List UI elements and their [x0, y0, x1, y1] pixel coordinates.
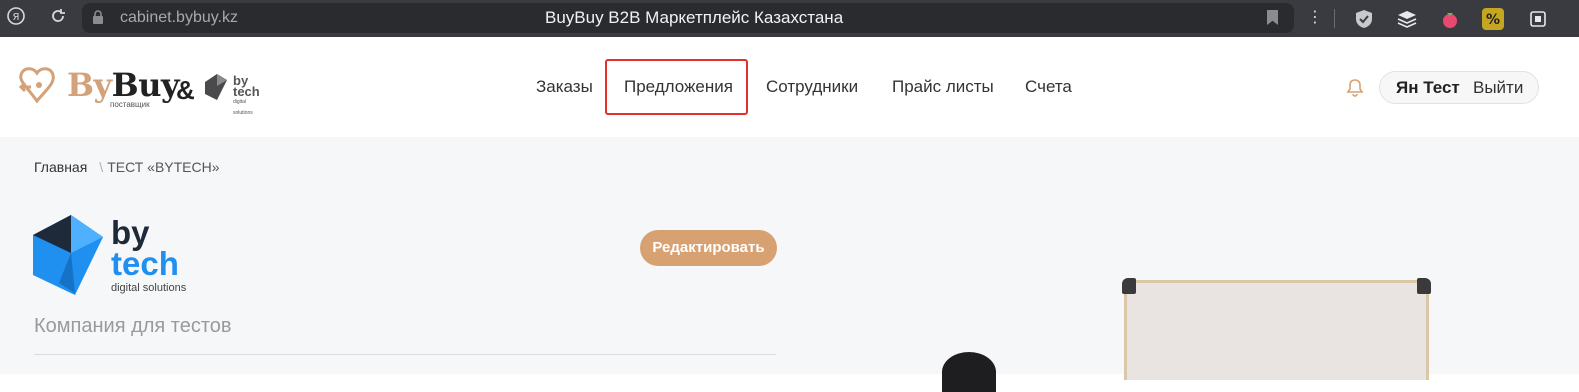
divider: [34, 354, 776, 355]
edit-button[interactable]: Редактировать: [640, 230, 777, 266]
main-content: Главная \ ТЕСТ «BYTECH» by tech digital so…: [0, 137, 1579, 392]
product-image-whiteboard: [1122, 278, 1431, 380]
browser-chrome: Я cabinet.bybuy.kz BuyBuy B2B Маркетплей…: [0, 0, 1579, 37]
puzzle-extension-icon[interactable]: [1527, 8, 1549, 30]
reload-icon[interactable]: [46, 6, 70, 30]
berry-extension-icon[interactable]: [1439, 8, 1461, 30]
url-text[interactable]: cabinet.bybuy.kz: [120, 9, 238, 27]
nav-price-lists[interactable]: Прайс листы: [892, 77, 994, 97]
bell-icon[interactable]: [1345, 78, 1365, 98]
breadcrumb-current: ТЕСТ «BYTECH»: [107, 159, 220, 175]
bybuy-wordmark: ByBuy: [67, 66, 180, 104]
bytech-logo-icon: [33, 215, 103, 295]
page-title: BuyBuy B2B Маркетплейс Казахстана: [545, 8, 844, 27]
discount-extension-icon[interactable]: %: [1482, 8, 1504, 30]
company-logo-tech: tech: [111, 245, 179, 282]
company-logo-sub: digital solutions: [111, 282, 187, 294]
nav-employees[interactable]: Сотрудники: [766, 77, 858, 97]
nav-offers[interactable]: Предложения: [624, 77, 733, 97]
bookmark-icon[interactable]: [1267, 10, 1278, 25]
yandex-icon[interactable]: Я: [4, 6, 28, 30]
more-icon[interactable]: ⋮: [1303, 6, 1327, 30]
layers-extension-icon[interactable]: [1396, 8, 1418, 30]
logo-ampersand: &: [176, 75, 195, 105]
brand-subtitle: поставщик: [110, 100, 150, 109]
whiteboard-corner-left: [1122, 278, 1136, 294]
bytech-small-wordmark: by tech digital solutions: [233, 74, 265, 119]
bybuy-logo-icon: [18, 67, 55, 104]
nav-orders[interactable]: Заказы: [536, 77, 593, 97]
company-logo: by tech digital solutions: [33, 215, 203, 295]
nav-invoices[interactable]: Счета: [1025, 77, 1072, 97]
whiteboard-frame: [1124, 280, 1429, 380]
logout-button[interactable]: Выйти: [1473, 78, 1523, 98]
partner-sub: digital solutions: [233, 99, 253, 116]
toolbar-separator: [1334, 9, 1335, 28]
company-description: Компания для тестов: [34, 315, 232, 337]
lock-icon: [92, 10, 104, 25]
svg-text:Я: Я: [13, 12, 20, 23]
brand-by: By: [67, 66, 112, 104]
bybuy-logo[interactable]: ByBuy поставщик & by tech digital solution…: [13, 65, 265, 117]
product-image-item: [942, 352, 996, 392]
user-name[interactable]: Ян Тест: [1396, 78, 1460, 98]
site-header: ByBuy поставщик & by tech digital solution…: [0, 37, 1579, 137]
breadcrumb: Главная \ ТЕСТ «BYTECH»: [34, 159, 220, 175]
user-menu: Ян Тест Выйти: [1379, 71, 1539, 104]
address-bar[interactable]: cabinet.bybuy.kz BuyBuy B2B Маркетплейс …: [82, 3, 1294, 33]
whiteboard-corner-right: [1417, 278, 1431, 294]
breadcrumb-home[interactable]: Главная: [34, 159, 87, 175]
svg-text:%: %: [1486, 12, 1500, 28]
brand-buy: Buy: [111, 66, 180, 104]
breadcrumb-separator: \: [99, 159, 104, 175]
bytech-small-icon: [205, 74, 227, 100]
shield-extension-icon[interactable]: [1353, 8, 1375, 30]
